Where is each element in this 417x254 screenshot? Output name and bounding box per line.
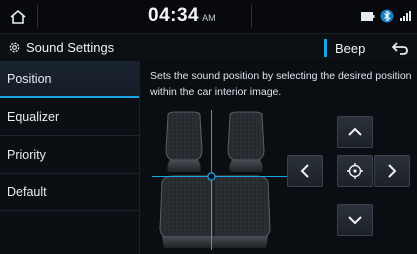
home-button[interactable] [0,0,36,33]
beep-button[interactable]: Beep [324,38,378,58]
chevron-down-icon [348,216,362,225]
page-title: Sound Settings [8,34,114,61]
sidebar-item-position[interactable]: Position [0,61,139,98]
page-title-text: Sound Settings [26,40,115,55]
sidebar-item-equalizer[interactable]: Equalizer [0,99,139,136]
gear-icon [9,42,20,53]
sound-position-marker[interactable] [207,172,216,181]
car-interior-image[interactable] [152,110,298,250]
center-target-icon [347,163,363,179]
home-icon [10,9,26,24]
move-down-button[interactable] [337,204,373,236]
chevron-up-icon [348,127,362,136]
sidebar: Position Equalizer Priority Default [0,61,140,254]
sound-settings-screen: 04:34 AM Sound Settings Beep Position Eq… [0,0,417,254]
position-description: Sets the sound position by selecting the… [150,70,412,98]
sidebar-item-priority[interactable]: Priority [0,137,139,174]
status-bar: 04:34 AM [0,0,417,34]
title-bar: Sound Settings Beep [0,34,417,61]
signal-icon [400,11,411,21]
move-left-button[interactable] [287,155,323,187]
beep-indicator [324,39,327,57]
status-icons [361,9,411,23]
crosshair-horizontal-line [152,176,298,177]
battery-icon [361,11,375,21]
chevron-right-icon [388,164,397,178]
beep-label: Beep [335,40,366,56]
status-divider [251,5,252,28]
sidebar-item-label: Default [7,185,47,199]
chevron-left-icon [300,164,309,178]
status-divider [37,5,38,28]
sidebar-item-label: Equalizer [7,110,60,124]
move-right-button[interactable] [374,155,410,187]
clock: 04:34 AM [148,5,216,29]
bluetooth-icon [380,9,394,23]
center-button[interactable] [337,155,373,187]
clock-ampm: AM [202,13,216,23]
sidebar-item-label: Priority [7,148,46,162]
back-icon [392,42,408,55]
back-button[interactable] [388,37,412,59]
clock-time: 04:34 [148,5,200,26]
sidebar-item-default[interactable]: Default [0,174,139,211]
sidebar-item-label: Position [7,71,52,86]
move-up-button[interactable] [337,116,373,148]
